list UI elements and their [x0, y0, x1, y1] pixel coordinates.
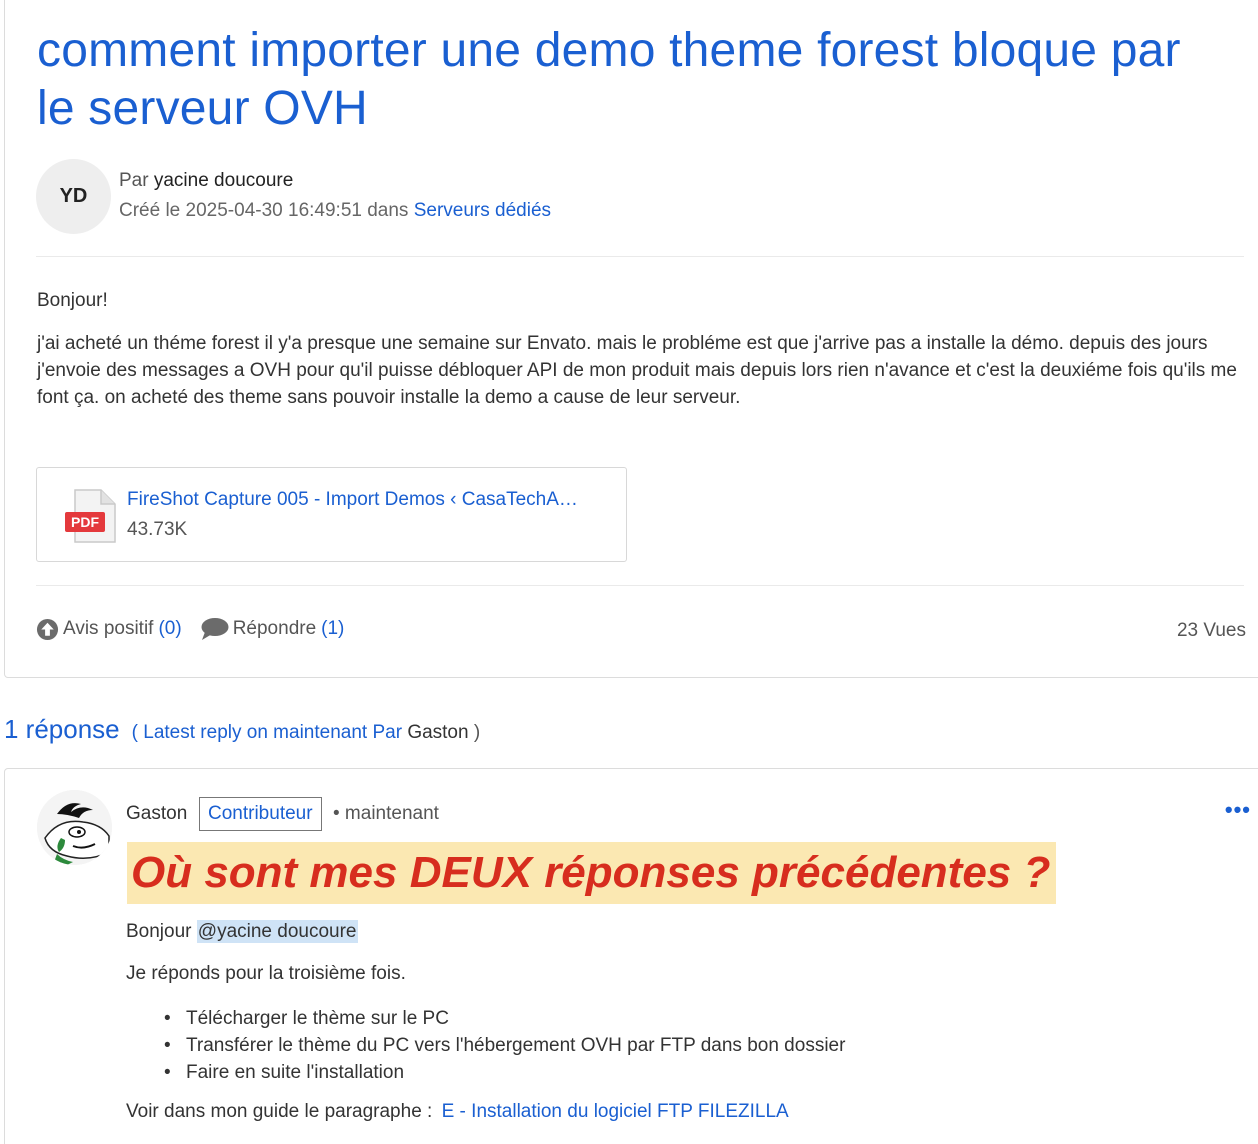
reply-paragraph: Je réponds pour la troisième fois.: [126, 963, 406, 984]
guide-link[interactable]: E - Installation du logiciel FTP FILEZIL…: [442, 1101, 789, 1122]
comment-icon: [201, 618, 229, 640]
author-name[interactable]: yacine doucoure: [154, 170, 293, 191]
post-greeting: Bonjour!: [37, 290, 108, 311]
category-link[interactable]: Serveurs dédiés: [414, 200, 551, 221]
reply-card: Gaston Contributeur • maintenant ••• Où …: [4, 768, 1258, 1144]
author-avatar[interactable]: YD: [36, 159, 111, 234]
replies-count: 1 réponse: [4, 714, 120, 744]
reply-greeting-line: Bonjour @yacine doucoure: [126, 920, 358, 943]
post-body: j'ai acheté un théme forest il y'a presq…: [37, 333, 1237, 408]
reply-author[interactable]: Gaston: [126, 803, 187, 825]
reply-label: Répondre: [232, 618, 317, 639]
views-count: 23 Vues: [1176, 620, 1246, 641]
guide-line: Voir dans mon guide le paragraphe : E - …: [126, 1101, 789, 1123]
attachment-size: 43.73K: [127, 519, 188, 540]
reply-greeting: Bonjour: [126, 921, 192, 942]
latest-reply-info: ( Latest reply on maintenant Par Gaston …: [132, 722, 481, 744]
user-mention[interactable]: @yacine doucoure: [196, 920, 358, 943]
guide-label: Voir dans mon guide le paragraphe :: [126, 1101, 433, 1122]
highlighted-heading: Où sont mes DEUX réponses précédentes ?: [127, 842, 1057, 904]
by-label: Par: [119, 170, 149, 191]
contributor-badge: Contributeur: [199, 797, 322, 831]
list-item: Faire en suite l'installation: [162, 1059, 845, 1086]
reply-count[interactable]: (1): [321, 618, 344, 640]
pdf-icon: PDF: [65, 489, 116, 543]
latest-reply-author[interactable]: Gaston: [407, 722, 468, 743]
created-label: Créé le 2025-04-30 16:49:51 dans: [119, 200, 409, 221]
upvote-button[interactable]: Avis positif (0): [36, 618, 182, 641]
created-meta: Créé le 2025-04-30 16:49:51 dans Serveur…: [119, 200, 551, 222]
reply-time: • maintenant: [333, 803, 439, 824]
upvote-icon: [36, 618, 59, 640]
gaston-avatar[interactable]: [37, 790, 112, 865]
attachment-name[interactable]: FireShot Capture 005 - Import Demos ‹ Ca…: [127, 489, 578, 511]
author-line: Par yacine doucoure: [119, 170, 293, 192]
topic-card: comment importer une demo theme forest b…: [4, 0, 1258, 678]
list-item: Transférer le thème du PC vers l'héberge…: [162, 1032, 845, 1059]
gaston-avatar-image: [37, 790, 112, 865]
latest-reply-label: ( Latest reply on maintenant Par: [131, 722, 403, 743]
list-item: Télécharger le thème sur le PC: [162, 1005, 845, 1032]
upvote-label: Avis positif: [63, 618, 154, 639]
divider: [36, 585, 1244, 586]
upvote-count[interactable]: (0): [158, 618, 181, 640]
attachment-card[interactable]: PDF FireShot Capture 005 - Import Demos …: [36, 467, 627, 562]
pdf-icon-label: PDF: [71, 514, 99, 530]
more-dots-icon[interactable]: •••: [1225, 799, 1251, 821]
replies-header: 1 réponse ( Latest reply on maintenant P…: [4, 714, 480, 745]
reply-button[interactable]: Répondre (1): [200, 617, 344, 641]
divider: [36, 256, 1244, 257]
topic-title: comment importer une demo theme forest b…: [37, 24, 1181, 135]
latest-reply-close: ): [473, 722, 481, 743]
reply-steps-list: Télécharger le thème sur le PC Transfére…: [162, 1005, 845, 1086]
post-actions: Avis positif (0) Répondre (1): [36, 617, 362, 641]
